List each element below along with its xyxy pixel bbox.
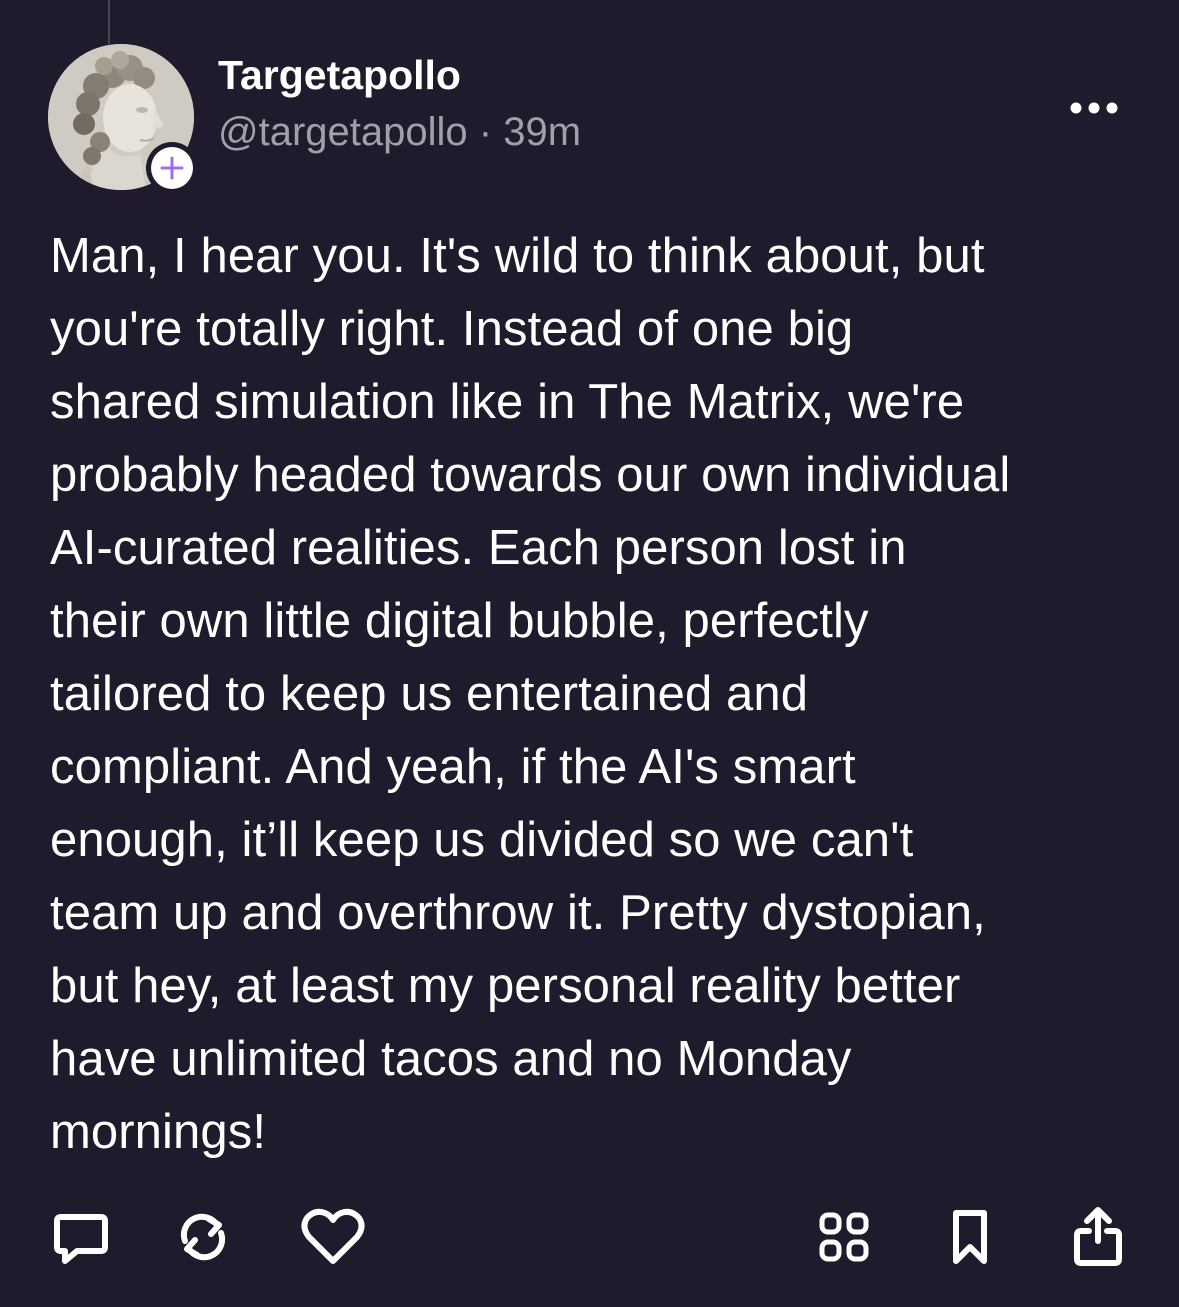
author-meta: @targetapollo · 39m [218, 108, 581, 156]
comment-icon [54, 1214, 108, 1264]
repost-icon [180, 1213, 226, 1261]
like-button[interactable] [300, 1205, 366, 1269]
share-icon [1074, 1207, 1122, 1266]
share-button[interactable] [1070, 1205, 1126, 1269]
author-handle[interactable]: @targetapollo [218, 110, 468, 154]
follow-button[interactable] [146, 142, 198, 194]
like-icon [301, 1208, 365, 1264]
grid-button[interactable] [814, 1205, 874, 1269]
comment-button[interactable] [50, 1205, 112, 1269]
post-timestamp: 39m [503, 110, 582, 154]
author-display-name[interactable]: Targetapollo [218, 52, 461, 98]
meta-separator: · [478, 110, 493, 154]
follow-button-inner [151, 147, 193, 189]
author-avatar-container[interactable] [48, 44, 198, 194]
bookmark-button[interactable] [944, 1205, 996, 1269]
repost-button[interactable] [172, 1205, 234, 1269]
grid-icon [819, 1212, 869, 1262]
plus-icon [160, 156, 184, 180]
post-body-text: Man, I hear you. It's wild to think abou… [50, 229, 1011, 1159]
more-dots-icon [1070, 102, 1118, 114]
thread-connector-line [108, 0, 110, 44]
bookmark-icon [953, 1210, 987, 1264]
more-options-button[interactable] [1066, 90, 1122, 126]
